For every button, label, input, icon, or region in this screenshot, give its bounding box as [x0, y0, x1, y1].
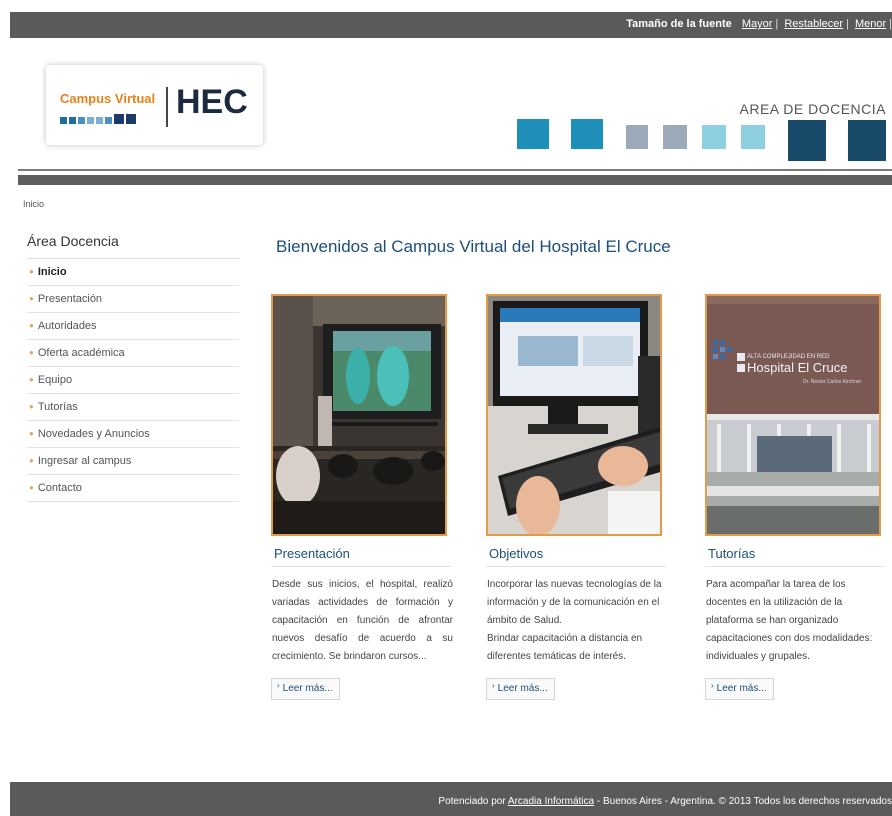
sidebar-title: Área Docencia [27, 233, 239, 259]
chevron-right-icon: › [711, 681, 714, 690]
footer-text: Potenciado por Arcadia Informática - Bue… [438, 796, 892, 807]
tutorials-photo[interactable]: ALTA COMPLEJIDAD EN RED Hospital El Cruc… [705, 294, 881, 536]
separator: | [846, 18, 849, 30]
breadcrumb[interactable]: Inicio [23, 199, 44, 209]
top-bar: Tamaño de la fuente Mayor | Restablecer | … [10, 12, 892, 38]
bullet-icon: ● [29, 375, 34, 384]
sidebar-item-contacto[interactable]: ● Contacto [27, 475, 239, 502]
footer: Potenciado por Arcadia Informática - Bue… [10, 782, 892, 816]
card-text: Para acompañar la tarea de los docentes … [706, 579, 873, 662]
logo-squares [60, 111, 138, 129]
font-reset-link[interactable]: Restablecer [781, 18, 846, 30]
bullet-icon: ● [29, 402, 34, 411]
page-title: Bienvenidos al Campus Virtual del Hospit… [276, 237, 671, 256]
sidebar-item-inicio[interactable]: ● Inicio [27, 259, 239, 286]
font-smaller-link[interactable]: Menor [852, 18, 889, 30]
sidebar-item-presentacion[interactable]: ● Presentación [27, 286, 239, 313]
logo-hec-text: HEC [176, 83, 248, 121]
hospital-building-image: ALTA COMPLEJIDAD EN RED Hospital El Cruc… [707, 296, 879, 534]
bullet-icon: ● [29, 267, 34, 276]
bullet-icon: ● [29, 294, 34, 303]
sidebar-item-ingresar[interactable]: ● Ingresar al campus [27, 448, 239, 475]
sign-line-3: Dr. Néstor Carlos Kirchner [803, 379, 862, 385]
card-text: Desde sus inicios, el hospital, realizó … [272, 579, 453, 662]
card-text: Incorporar las nuevas tecnologías de la … [486, 576, 668, 666]
card-tutorias: ALTA COMPLEJIDAD EN RED Hospital El Cruc… [705, 294, 885, 700]
logo-divider [166, 87, 168, 127]
card-text-objective-2: Brindar capacitación a distancia en dife… [487, 633, 643, 662]
bullet-icon: ● [29, 483, 34, 492]
sign-line-2: Hospital El Cruce [747, 360, 847, 375]
footer-prefix: Potenciado por [438, 796, 506, 807]
sidebar-item-oferta-academica[interactable]: ● Oferta académica [27, 340, 239, 367]
logo-campus-text: Campus Virtual [60, 91, 156, 106]
card-objetivos: Objetivos Incorporar las nuevas tecnolog… [486, 294, 666, 700]
sidebar-item-equipo[interactable]: ● Equipo [27, 367, 239, 394]
bullet-icon: ● [29, 321, 34, 330]
header-band [18, 175, 892, 185]
bullet-icon: ● [29, 429, 34, 438]
card-text-objective-1: Incorporar las nuevas tecnologías de la … [487, 579, 662, 626]
card-presentacion: Presentación Desde sus inicios, el hospi… [271, 294, 453, 700]
font-larger-link[interactable]: Mayor [739, 18, 776, 30]
chevron-right-icon: › [492, 681, 495, 690]
card-title[interactable]: Tutorías [705, 546, 885, 567]
header-divider [18, 169, 892, 171]
site-logo[interactable]: Campus Virtual HEC [46, 65, 263, 145]
chevron-right-icon: › [277, 681, 280, 690]
sidebar-item-autoridades[interactable]: ● Autoridades [27, 313, 239, 340]
separator: | [775, 18, 779, 30]
read-more-button[interactable]: › Leer más... [271, 678, 340, 700]
card-title[interactable]: Objetivos [486, 546, 666, 567]
sidebar-menu: ● Inicio ● Presentación ● Autoridades ● Ofer… [27, 259, 239, 502]
presentation-photo[interactable] [271, 294, 447, 536]
lecture-room-image [273, 296, 445, 534]
computer-keyboard-image [488, 296, 660, 534]
footer-credit-link[interactable]: Arcadia Informática [508, 796, 594, 807]
objectives-photo[interactable] [486, 294, 662, 536]
bullet-icon: ● [29, 456, 34, 465]
card-title[interactable]: Presentación [271, 546, 451, 567]
sidebar: Área Docencia ● Inicio ● Presentación ● Aut… [27, 233, 239, 502]
bullet-icon: ● [29, 348, 34, 357]
header-decoration [517, 119, 886, 161]
footer-suffix: - Buenos Aires - Argentina. © 2013 Todos… [596, 796, 892, 807]
sidebar-item-tutorias[interactable]: ● Tutorías [27, 394, 239, 421]
font-size-controls: Tamaño de la fuente Mayor | Restablecer | … [626, 18, 892, 30]
read-more-button[interactable]: › Leer más... [705, 678, 774, 700]
area-title: AREA DE DOCENCIA [739, 101, 886, 117]
font-size-label: Tamaño de la fuente [626, 18, 732, 30]
read-more-button[interactable]: › Leer más... [486, 678, 555, 700]
sidebar-item-novedades[interactable]: ● Novedades y Anuncios [27, 421, 239, 448]
